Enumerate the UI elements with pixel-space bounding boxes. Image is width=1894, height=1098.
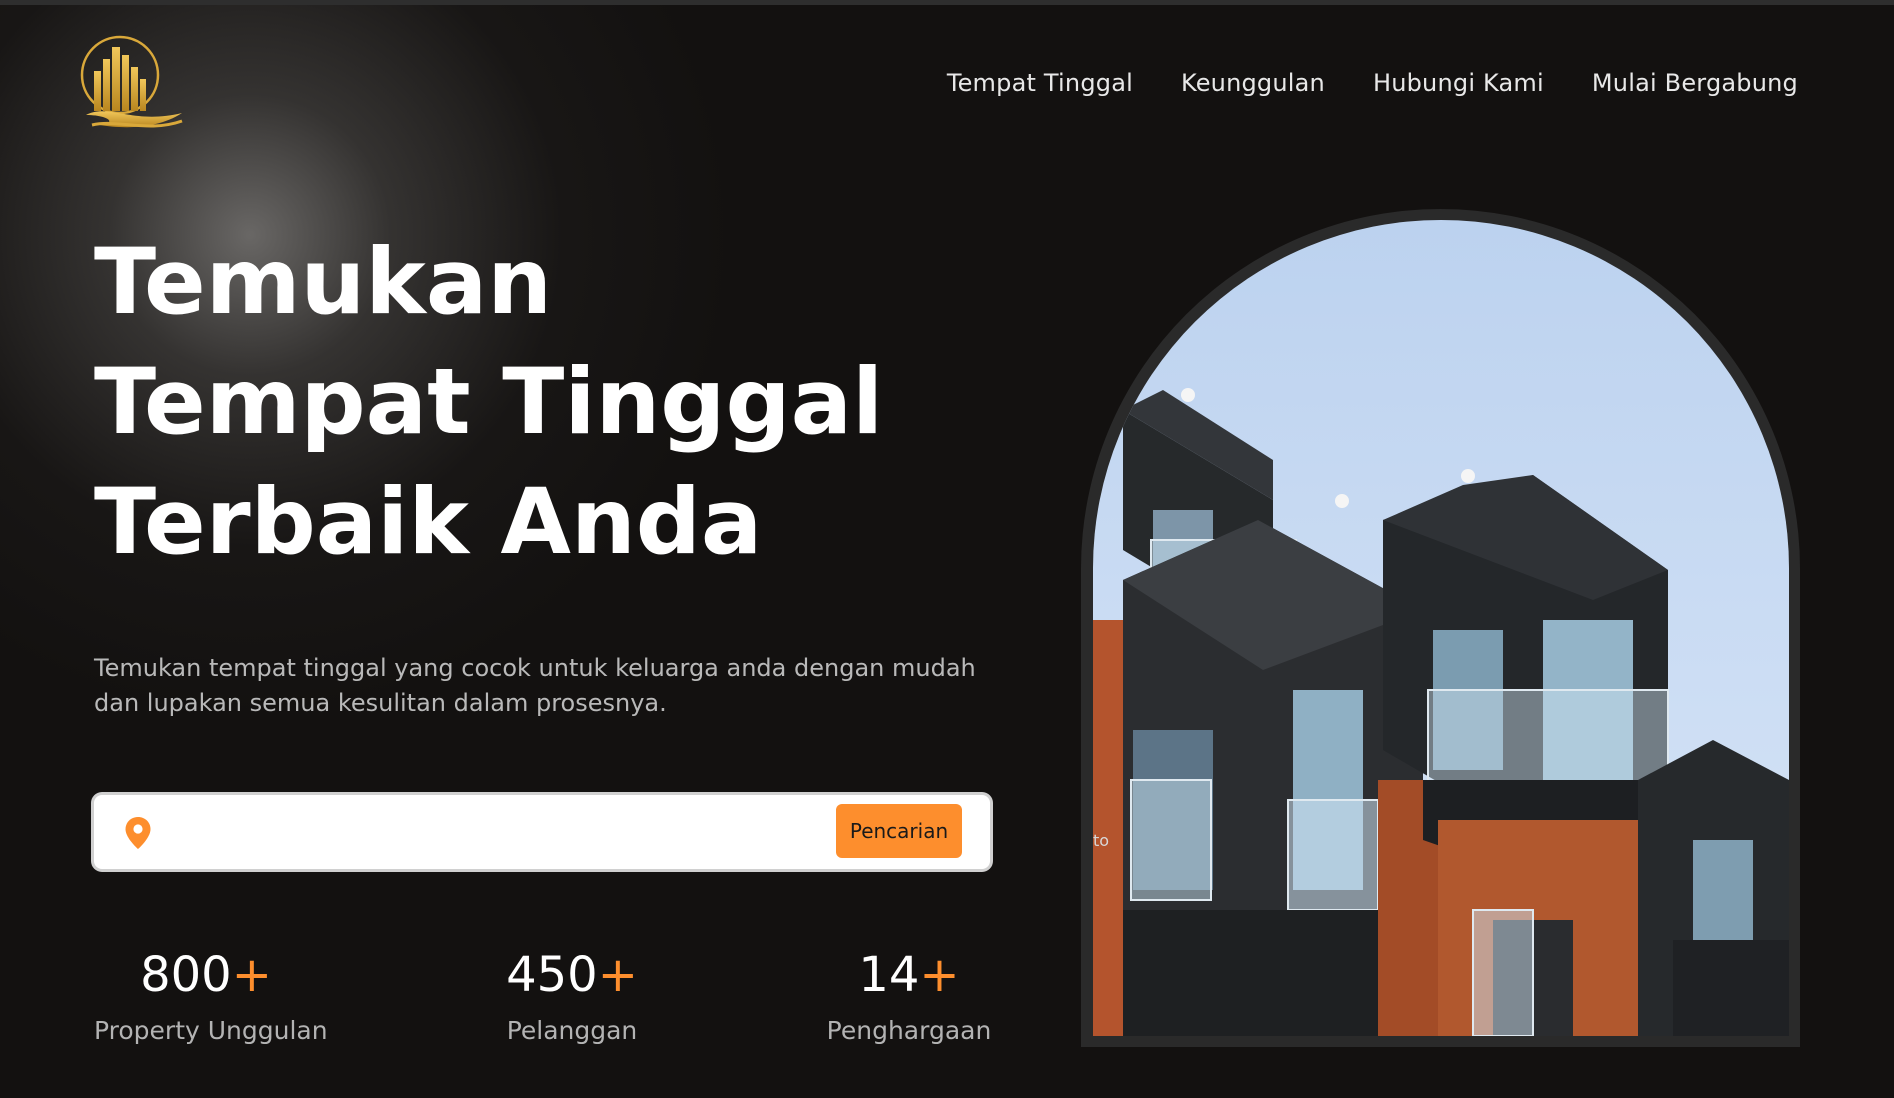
location-pin-icon (125, 817, 151, 849)
hero-title-line-1: Temukan (94, 230, 553, 335)
stat-awards: 14+ Penghargaan (814, 945, 1004, 1049)
search-button[interactable]: Pencarian (836, 804, 962, 858)
stat-number: 800+ (140, 947, 272, 1003)
nav-item-tempat-tinggal[interactable]: Tempat Tinggal (947, 69, 1133, 97)
stat-label: Pelanggan (506, 1016, 638, 1045)
stat-label: Property Unggulan (94, 1016, 328, 1045)
building-logo-icon (80, 35, 183, 128)
nav-item-keunggulan[interactable]: Keunggulan (1181, 69, 1325, 97)
nav-item-mulai-bergabung[interactable]: Mulai Bergabung (1592, 69, 1798, 97)
search-bar: Pencarian (94, 795, 990, 869)
stat-number: 14+ (858, 947, 960, 1003)
stat-properties: 800+ Property Unggulan (94, 945, 328, 1049)
stat-customers: 450+ Pelanggan (472, 945, 672, 1049)
hero-title: Temukan Tempat Tinggal Terbaik Anda (94, 223, 994, 583)
location-search-input[interactable] (170, 809, 810, 855)
stat-number: 450+ (506, 947, 638, 1003)
landing-page: Tempat Tinggal Keunggulan Hubungi Kami M… (0, 0, 1894, 1098)
main-nav: Tempat Tinggal Keunggulan Hubungi Kami M… (947, 69, 1798, 97)
hero-title-line-3: Terbaik Anda (94, 470, 763, 575)
nav-item-hubungi-kami[interactable]: Hubungi Kami (1373, 69, 1544, 97)
stat-label: Penghargaan (826, 1016, 992, 1045)
logo[interactable] (78, 33, 186, 137)
hero-title-line-2: Tempat Tinggal (94, 350, 884, 455)
hero-subtitle: Temukan tempat tinggal yang cocok untuk … (94, 654, 976, 717)
hero-building-image (1093, 220, 1789, 1036)
image-watermark-text: to (1093, 831, 1110, 850)
